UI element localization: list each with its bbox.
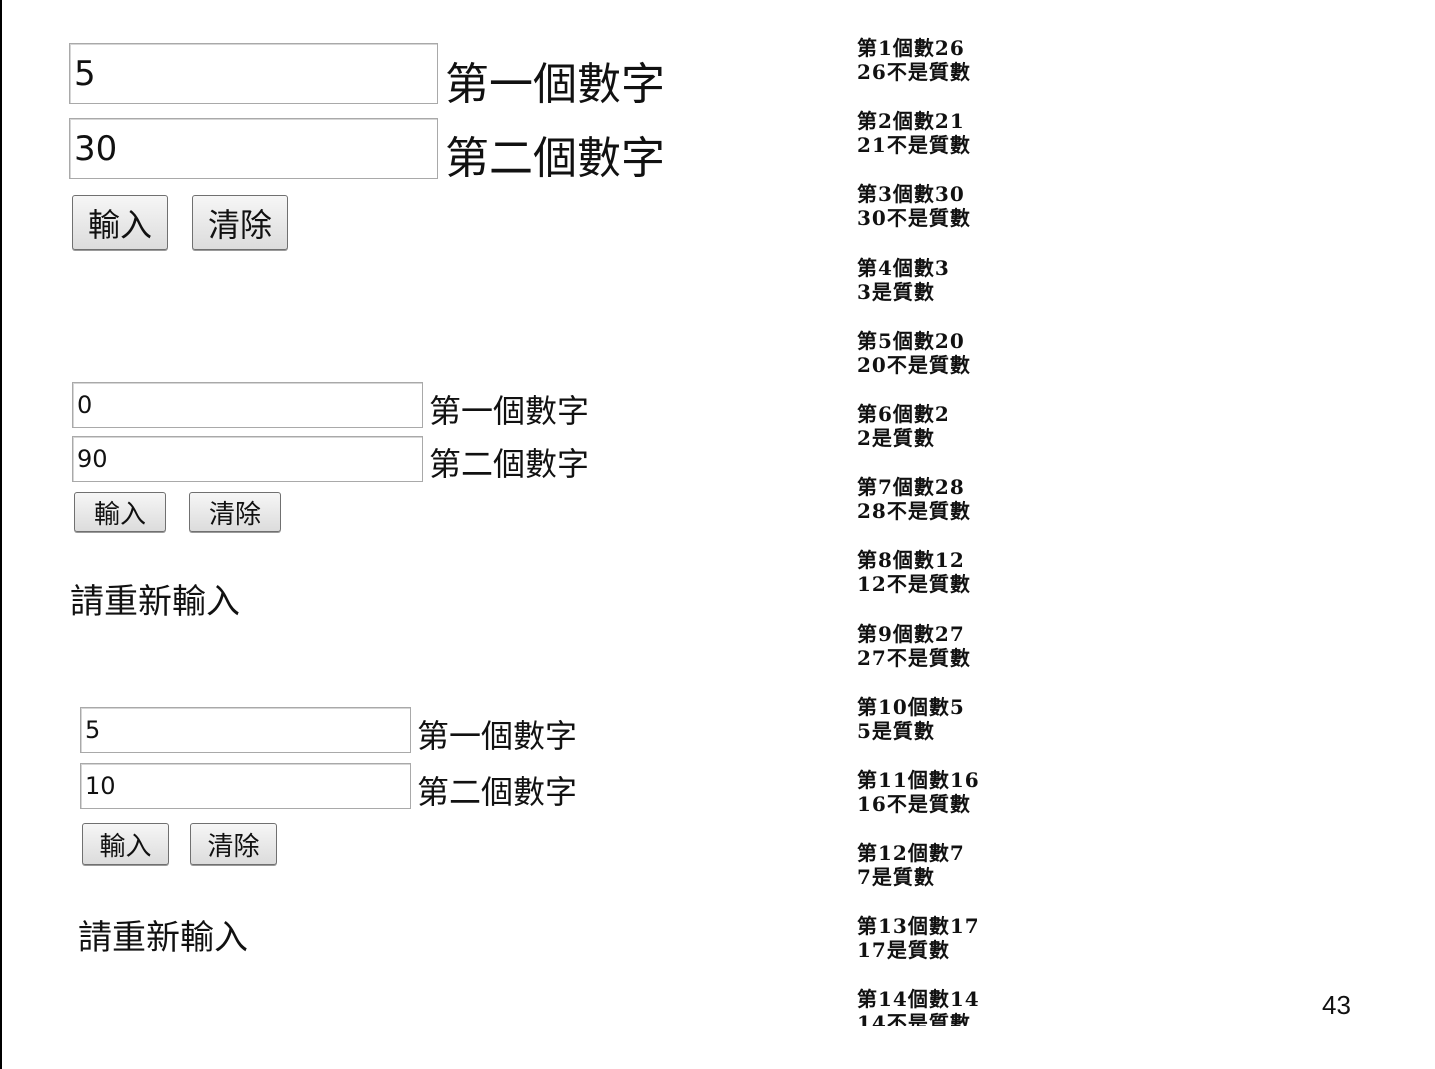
result-verdict-line: 12不是質數: [857, 572, 971, 597]
result-index-line: 第2個數21: [857, 109, 965, 134]
result-verdict-line: 21不是質數: [857, 133, 971, 158]
result-index-line: 第10個數5: [857, 694, 965, 719]
result-verdict-line: 2是質數: [857, 425, 935, 450]
result-index-line: 第5個數20: [857, 328, 965, 353]
result-item: 第11個數16 16不是質數: [857, 768, 1157, 841]
result-index-line: 第9個數27: [857, 621, 965, 646]
result-item: 第13個數17 17是質數: [857, 914, 1157, 987]
result-item: 第3個數30 30不是質數: [857, 182, 1157, 255]
clear-button[interactable]: 清除: [190, 823, 277, 865]
result-item: 第4個數3 3是質數: [857, 256, 1157, 329]
result-index-line: 第6個數2: [857, 401, 950, 426]
first-number-input[interactable]: [69, 43, 438, 104]
result-index-line: 第12個數7: [857, 841, 965, 866]
result-index-line: 第7個數28: [857, 475, 965, 500]
result-verdict-line: 17是質數: [857, 938, 950, 963]
result-item: 第6個數2 2是質數: [857, 402, 1157, 475]
left-border-line: [0, 0, 2, 1069]
second-number-input[interactable]: [80, 763, 411, 809]
result-item: 第12個數7 7是質數: [857, 841, 1157, 914]
first-number-input[interactable]: [72, 382, 423, 428]
result-verdict-line: 7是質數: [857, 865, 935, 890]
error-message: 請重新輸入: [70, 582, 240, 622]
first-number-label: 第一個數字: [445, 59, 665, 110]
result-item: 第10個數5 5是質數: [857, 695, 1157, 768]
result-item: 第14個數14 14不是質數: [857, 987, 1157, 1026]
second-number-label: 第二個數字: [417, 773, 578, 811]
second-number-input[interactable]: [72, 436, 423, 482]
slide-page-number: 43: [1322, 990, 1351, 1020]
result-item: 第5個數20 20不是質數: [857, 329, 1157, 402]
result-index-line: 第4個數3: [857, 255, 950, 280]
first-number-label: 第一個數字: [429, 392, 590, 430]
submit-button[interactable]: 輸入: [72, 195, 168, 250]
result-item: 第9個數27 27不是質數: [857, 622, 1157, 695]
result-index-line: 第1個數26: [857, 36, 965, 60]
result-verdict-line: 3是質數: [857, 279, 935, 304]
first-number-label: 第一個數字: [417, 717, 578, 755]
result-verdict-line: 26不是質數: [857, 60, 971, 84]
second-number-label: 第二個數字: [429, 445, 590, 483]
clear-button[interactable]: 清除: [189, 492, 281, 532]
error-message: 請重新輸入: [78, 918, 248, 958]
result-verdict-line: 14不是質數: [857, 1011, 971, 1026]
result-verdict-line: 5是質數: [857, 718, 935, 743]
result-index-line: 第11個數16: [857, 767, 980, 792]
result-item: 第7個數28 28不是質數: [857, 475, 1157, 548]
result-item: 第2個數21 21不是質數: [857, 109, 1157, 182]
result-verdict-line: 20不是質數: [857, 352, 971, 377]
submit-button[interactable]: 輸入: [82, 823, 169, 865]
submit-button[interactable]: 輸入: [74, 492, 166, 532]
second-number-label: 第二個數字: [445, 133, 665, 184]
result-index-line: 第14個數14: [857, 987, 980, 1012]
first-number-input[interactable]: [80, 707, 411, 753]
result-item: 第1個數26 26不是質數: [857, 36, 1157, 109]
result-verdict-line: 28不是質數: [857, 499, 971, 524]
result-index-line: 第8個數12: [857, 548, 965, 573]
second-number-input[interactable]: [69, 118, 438, 179]
clear-button[interactable]: 清除: [192, 195, 288, 250]
result-verdict-line: 27不是質數: [857, 645, 971, 670]
result-item: 第8個數12 12不是質數: [857, 548, 1157, 621]
result-verdict-line: 16不是質數: [857, 791, 971, 816]
result-index-line: 第3個數30: [857, 182, 965, 207]
prime-results-list: 第1個數26 26不是質數 第2個數21 21不是質數 第3個數30 30不是質數 第…: [857, 36, 1157, 1026]
result-verdict-line: 30不是質數: [857, 206, 971, 231]
result-index-line: 第13個數17: [857, 914, 980, 939]
